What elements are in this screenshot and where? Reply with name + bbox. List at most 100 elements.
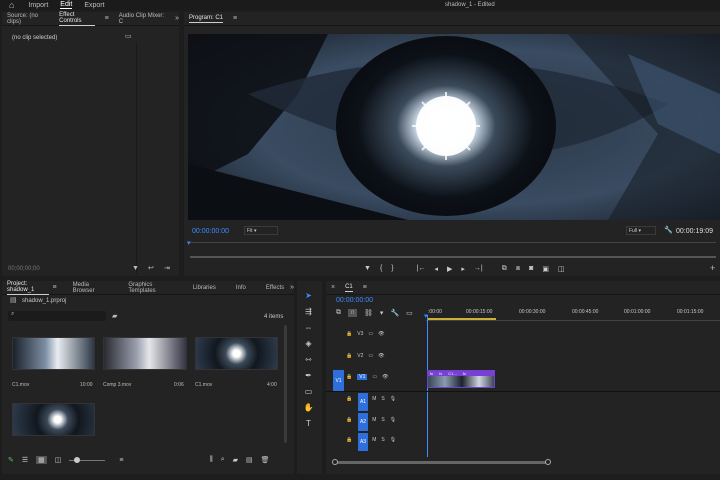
source-patch-v1[interactable]: V1: [333, 370, 344, 392]
project-item-thumbnail[interactable]: [12, 337, 95, 370]
slip-tool-icon[interactable]: ⇿: [303, 354, 314, 365]
program-menu-icon[interactable]: ≡: [233, 15, 237, 22]
tab-menu-icon[interactable]: ≡: [105, 15, 109, 22]
zoom-handle[interactable]: [74, 456, 81, 463]
sync-icon[interactable]: ▭: [372, 374, 377, 380]
lock-icon[interactable]: 🔒: [346, 374, 352, 380]
mute-icon[interactable]: M: [372, 417, 376, 423]
go-in-icon[interactable]: |←: [417, 265, 426, 273]
quality-select[interactable]: Full ▾: [626, 226, 656, 235]
tab-program[interactable]: Program: C1: [189, 15, 224, 23]
automate-icon[interactable]: ⫼: [210, 456, 213, 464]
find-icon[interactable]: ⌕: [221, 456, 225, 464]
step-forward-icon[interactable]: ▸: [461, 265, 465, 273]
mute-icon[interactable]: M: [372, 437, 376, 443]
add-button-icon[interactable]: +: [710, 264, 715, 273]
clear-icon[interactable]: 🗑: [261, 456, 270, 464]
lock-icon[interactable]: 🔒: [346, 417, 352, 423]
camera-icon[interactable]: ◙: [529, 265, 533, 273]
wrench-icon[interactable]: 🔧: [664, 227, 673, 234]
mic-icon[interactable]: 🎙: [390, 396, 396, 402]
project-menu-icon[interactable]: ≡: [53, 284, 57, 291]
nest-icon[interactable]: ⧉: [336, 309, 341, 317]
tab-project[interactable]: Project: shadow_1: [7, 281, 49, 295]
tab-media-browser[interactable]: Media Browser: [73, 282, 107, 294]
tab-effect-controls[interactable]: Effect Controls: [59, 12, 95, 26]
mic-icon[interactable]: 🎙: [390, 437, 396, 443]
home-icon[interactable]: ⌂: [9, 0, 14, 10]
menu-import[interactable]: Import: [28, 2, 48, 9]
close-sequence-icon[interactable]: ×: [331, 284, 335, 291]
play-icon[interactable]: ▶: [447, 265, 452, 273]
solo-icon[interactable]: S: [381, 437, 384, 443]
new-bin-icon[interactable]: ▰: [112, 313, 117, 320]
timeline-scrollbar[interactable]: [334, 461, 548, 464]
project-scrollbar[interactable]: [284, 325, 287, 443]
sync-icon[interactable]: ▭: [368, 331, 373, 337]
type-tool-icon[interactable]: T: [303, 418, 314, 429]
add-marker-icon[interactable]: ▾: [380, 309, 384, 317]
zoom-slider[interactable]: [69, 456, 106, 463]
icon-view-icon[interactable]: ▦: [36, 456, 47, 464]
tab-libraries[interactable]: Libraries: [193, 285, 216, 291]
timeline-clip[interactable]: fx fx C1... fx: [427, 370, 495, 388]
lock-icon[interactable]: 🔒: [346, 437, 352, 443]
project-item-thumbnail[interactable]: [103, 337, 187, 370]
razor-tool-icon[interactable]: ◈: [303, 338, 314, 349]
extract-icon[interactable]: ⧈: [516, 265, 520, 273]
go-out-icon[interactable]: →|: [474, 265, 483, 273]
eye-icon[interactable]: 👁: [378, 353, 384, 359]
menu-edit[interactable]: Edit: [60, 1, 73, 9]
more-tabs-icon[interactable]: »: [175, 15, 179, 22]
freeform-view-icon[interactable]: ◫: [55, 456, 62, 464]
tab-sequence-c1[interactable]: C1: [345, 284, 353, 292]
fit-select[interactable]: Fit ▾: [244, 226, 278, 235]
scroll-handle-right[interactable]: [545, 459, 551, 465]
sequence-menu-icon[interactable]: ≡: [363, 284, 367, 291]
tab-source[interactable]: Source: (no clips): [7, 13, 49, 25]
filter-icon[interactable]: ▼: [132, 265, 139, 272]
lock-icon[interactable]: 🔒: [346, 396, 352, 402]
timeline-settings-icon[interactable]: 🔧: [390, 309, 399, 317]
tab-audio-clip-mixer[interactable]: Audio Clip Mixer: C: [119, 13, 165, 25]
marker-icon[interactable]: ▼: [364, 265, 371, 273]
playhead-icon[interactable]: ▾: [187, 239, 191, 247]
tab-info[interactable]: Info: [236, 285, 246, 291]
mark-in-icon[interactable]: {: [380, 265, 382, 273]
multicam-icon[interactable]: ◫: [558, 265, 565, 273]
more-tabs-icon[interactable]: »: [290, 284, 294, 291]
ruler[interactable]: :00:00 00:00:15:00 00:00:30:00 00:00:45:…: [426, 309, 720, 321]
search-input[interactable]: ⌕: [8, 311, 106, 321]
pen-tool-icon[interactable]: ✒: [303, 370, 314, 381]
captions-icon[interactable]: ▭: [406, 309, 413, 317]
lock-icon[interactable]: 🔒: [346, 353, 352, 359]
pencil-icon[interactable]: ✎: [8, 456, 14, 464]
ripple-edit-tool-icon[interactable]: ⇔: [303, 322, 314, 333]
zoom-bar[interactable]: [190, 256, 716, 258]
mute-icon[interactable]: M: [372, 396, 376, 402]
mark-out-icon[interactable]: }: [391, 265, 393, 273]
linked-selection-icon[interactable]: ⛓: [364, 309, 373, 317]
project-item-thumbnail[interactable]: [195, 337, 278, 370]
new-item-icon[interactable]: ▤: [246, 456, 253, 464]
selection-tool-icon[interactable]: ➤: [303, 290, 314, 301]
fx-icon[interactable]: ↩: [148, 265, 154, 272]
panel-layout-icon[interactable]: ▭: [125, 33, 132, 40]
sync-icon[interactable]: ▭: [368, 353, 373, 359]
new-bin-footer-icon[interactable]: ▰: [233, 456, 238, 464]
rectangle-tool-icon[interactable]: ▭: [303, 386, 314, 397]
tab-effects[interactable]: Effects: [266, 285, 284, 291]
scroll-handle-left[interactable]: [332, 459, 338, 465]
menu-export[interactable]: Export: [84, 2, 104, 9]
compare-icon[interactable]: ▣: [542, 265, 549, 273]
tab-graphics-templates[interactable]: Graphics Templates: [128, 282, 173, 294]
solo-icon[interactable]: S: [381, 417, 384, 423]
track-select-tool-icon[interactable]: ⇶: [303, 306, 314, 317]
step-back-icon[interactable]: ◂: [434, 265, 438, 273]
eye-icon[interactable]: 👁: [378, 331, 384, 337]
solo-icon[interactable]: S: [381, 396, 384, 402]
playhead-marker-icon[interactable]: ▾: [424, 312, 428, 320]
track-label[interactable]: V1: [357, 374, 368, 380]
mic-icon[interactable]: 🎙: [390, 417, 396, 423]
eye-icon[interactable]: 👁: [382, 374, 388, 380]
